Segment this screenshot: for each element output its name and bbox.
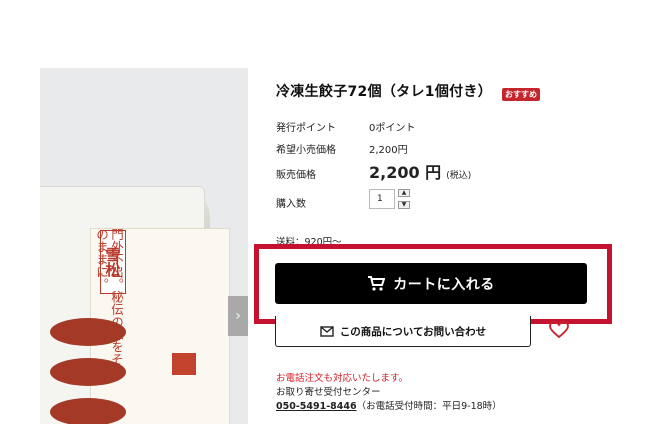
quantity-decrease-button[interactable]: ▼ — [398, 201, 410, 209]
quantity-increase-button[interactable]: ▲ — [398, 189, 410, 197]
points-value: 0ポイント — [369, 122, 416, 134]
phone-order-note: お電話注文も対応いたします。 — [276, 373, 409, 384]
decorative-mark — [50, 318, 126, 346]
phone-number-link[interactable]: 050-5491-8446 — [276, 401, 357, 412]
quantity-stepper: ▲ ▼ — [398, 189, 410, 209]
decorative-mark — [50, 398, 126, 424]
package-slogan: 門外不出。秘伝の味をそのままに。 — [94, 228, 124, 366]
recommend-badge: おすすめ — [502, 87, 541, 101]
quantity-input[interactable]: 1 — [369, 189, 395, 209]
price-label: 販売価格 — [276, 170, 316, 181]
cart-icon — [368, 275, 386, 291]
price-tax-note: (税込) — [446, 171, 472, 181]
product-info-table: 発行ポイント 0ポイント 希望小売価格 2,200円 — [276, 115, 415, 159]
package-tag — [172, 353, 196, 375]
msrp-row: 希望小売価格 2,200円 — [276, 137, 415, 159]
price-row: 販売価格 2,200 円 (税込) — [276, 159, 471, 183]
chevron-right-icon: › — [235, 308, 241, 324]
quantity-label: 購入数 — [276, 199, 306, 210]
product-inquiry-button[interactable]: この商品についてお問い合わせ — [275, 316, 531, 347]
product-title-row: 冷凍生餃子72個（タレ1個付き） おすすめ — [276, 81, 541, 101]
add-to-cart-label: カートに入れる — [393, 276, 495, 293]
mail-icon — [320, 325, 334, 337]
phone-line: 050-5491-8446（お電話受付時間：平日9-18時） — [276, 398, 502, 412]
points-row: 発行ポイント 0ポイント — [276, 115, 415, 137]
decorative-mark — [50, 358, 126, 386]
inquiry-label: この商品についてお問い合わせ — [339, 325, 487, 338]
heart-icon[interactable] — [549, 321, 569, 339]
msrp-value: 2,200円 — [369, 144, 408, 156]
add-to-cart-button[interactable]: カートに入れる — [275, 263, 587, 304]
order-center-label: お取り寄せ受付センター — [276, 387, 381, 398]
next-image-button[interactable]: › — [228, 296, 248, 336]
product-title: 冷凍生餃子72個（タレ1個付き） — [276, 84, 493, 100]
product-image: 雪松 門外不出。秘伝の味をそのままに。 — [40, 68, 248, 424]
quantity-row: 購入数 1 ▲ ▼ — [276, 189, 410, 210]
price-value: 2,200 円 — [369, 163, 442, 182]
points-label: 発行ポイント — [276, 122, 336, 134]
msrp-label: 希望小売価格 — [276, 144, 336, 156]
phone-hours: （お電話受付時間：平日9-18時） — [356, 401, 502, 412]
